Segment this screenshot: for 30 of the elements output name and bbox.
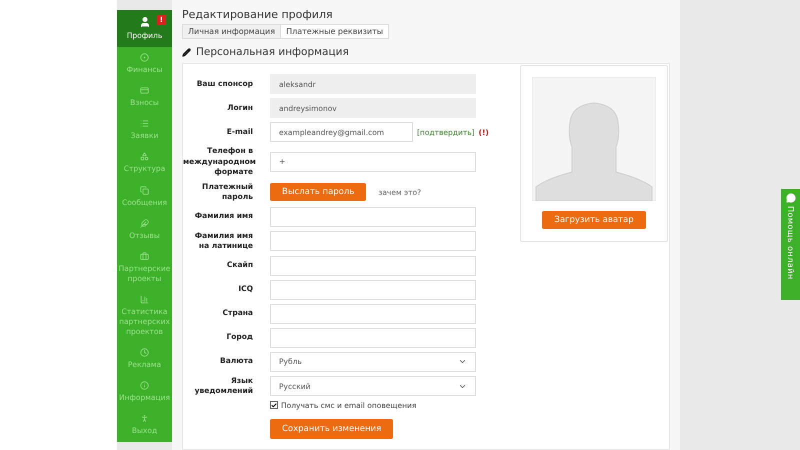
info-icon	[140, 381, 149, 390]
tab[interactable]: Платежные реквизиты	[280, 24, 390, 39]
circle-icon	[140, 52, 149, 62]
save-button[interactable]: Сохранить изменения	[270, 418, 394, 438]
user-icon	[138, 16, 150, 28]
shapes-icon	[140, 152, 149, 162]
avatar-placeholder-icon	[532, 77, 656, 201]
chart-icon	[140, 295, 149, 304]
pencil-icon	[182, 48, 191, 56]
list-icon	[140, 119, 149, 128]
tab[interactable]: Личная информация	[182, 24, 282, 39]
chat-icon	[786, 193, 796, 203]
input-field[interactable]	[270, 280, 476, 300]
feather-icon	[140, 218, 149, 228]
chevron-down-icon	[458, 357, 467, 366]
section-title: Персональная информация	[196, 46, 349, 58]
copy-icon	[140, 186, 149, 195]
page-title: Редактирование профиля	[182, 8, 334, 21]
send-password-button[interactable]: Выслать пароль	[270, 183, 366, 201]
checkbox[interactable]	[270, 401, 278, 409]
input-field[interactable]	[270, 328, 476, 348]
input-field[interactable]	[270, 304, 476, 324]
input-field[interactable]	[270, 231, 476, 251]
briefcase-icon	[140, 252, 149, 262]
clock-icon	[140, 348, 149, 357]
input-field[interactable]	[270, 256, 476, 276]
help-tab[interactable]: Помощь онлайн	[781, 189, 800, 300]
card-icon	[140, 86, 149, 95]
input-field[interactable]	[270, 206, 476, 226]
upload-avatar-button[interactable]: Загрузить аватар	[542, 211, 646, 229]
